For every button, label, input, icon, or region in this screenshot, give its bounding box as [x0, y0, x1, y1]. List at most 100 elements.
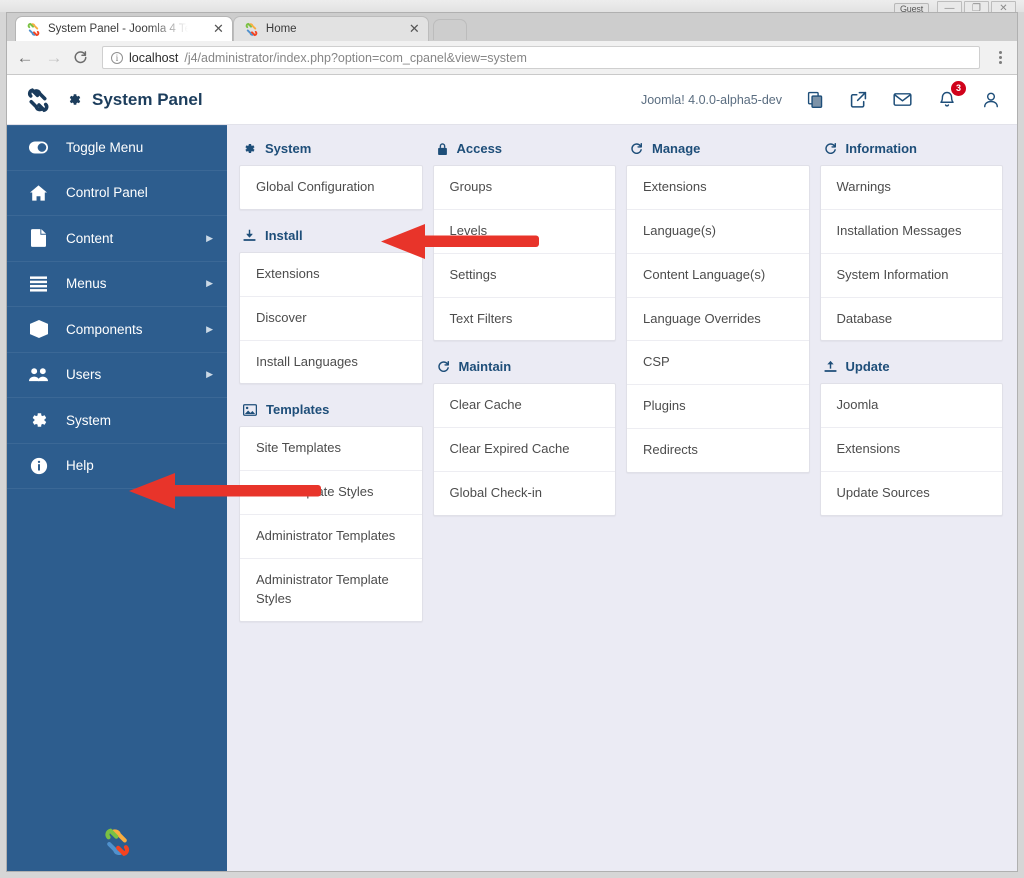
cpanel-column-1: System Global Configuration Install Exte…: [239, 137, 423, 636]
back-icon[interactable]: ←: [15, 48, 35, 68]
sidebar-item-label: Toggle Menu: [66, 140, 144, 156]
sidebar-item-help[interactable]: Help: [7, 444, 227, 489]
chevron-right-icon: ▶: [206, 278, 213, 289]
module-card: Joomla Extensions Update Sources: [819, 383, 1003, 516]
module-manage: Manage Extensions Language(s) Content La…: [626, 137, 810, 473]
cpanel-link-warnings[interactable]: Warnings: [820, 166, 1002, 210]
cpanel-link-install-languages[interactable]: Install Languages: [240, 341, 422, 384]
cpanel-link-clear-expired-cache[interactable]: Clear Expired Cache: [433, 428, 615, 473]
module-title: Maintain: [458, 359, 512, 375]
window-titlebar: Guest — ❐ ✕: [0, 0, 1024, 16]
image-icon: [243, 404, 257, 416]
browser-tab-system-panel[interactable]: System Panel - Joomla 4 Te ✕: [15, 16, 233, 41]
sidebar-item-label: System: [66, 412, 112, 428]
messages-icon[interactable]: [892, 89, 913, 110]
notifications-icon[interactable]: 3: [937, 80, 966, 110]
module-heading: Templates: [239, 398, 423, 426]
sidebar-item-content[interactable]: Content ▶: [7, 216, 227, 262]
module-heading: Maintain: [433, 355, 617, 383]
multilingual-status-icon[interactable]: [806, 90, 825, 109]
address-bar[interactable]: i localhost/j4/administrator/index.php?o…: [102, 46, 980, 69]
url-path: /j4/administrator/index.php?option=com_c…: [184, 50, 527, 65]
reload-icon[interactable]: [73, 50, 93, 65]
cpanel-link-administrator-template-styles[interactable]: Administrator Template Styles: [240, 559, 422, 621]
module-title: Templates: [266, 402, 330, 418]
module-heading: Information: [820, 137, 1004, 165]
chevron-right-icon: ▶: [206, 369, 213, 380]
page-info-icon[interactable]: i: [111, 51, 123, 64]
sidebar-item-system[interactable]: System: [7, 398, 227, 444]
module-templates: Templates Site Templates Site Template S…: [239, 398, 423, 622]
module-card: Groups Levels Settings Text Filters: [432, 165, 616, 342]
browser-menu-icon[interactable]: [991, 51, 1009, 64]
app-header: System Panel Joomla! 4.0.0-alpha5-dev 3: [7, 75, 1017, 125]
sidebar-item-label: Help: [66, 458, 94, 474]
toggle-icon: [29, 141, 48, 154]
cpanel-link-groups[interactable]: Groups: [433, 166, 615, 210]
sidebar-item-users[interactable]: Users ▶: [7, 353, 227, 398]
module-information: Information Warnings Installation Messag…: [819, 137, 1004, 342]
cpanel-link-text-filters[interactable]: Text Filters: [434, 298, 616, 341]
joomla-brand-logo[interactable]: [25, 87, 51, 113]
box-icon: [29, 320, 48, 339]
cpanel-link-update-extensions[interactable]: Extensions: [820, 428, 1002, 473]
cpanel-link-content-languages[interactable]: Content Language(s): [627, 254, 809, 298]
sidebar-item-label: Menus: [66, 276, 107, 292]
users-icon: [29, 367, 48, 382]
browser-tab-home[interactable]: Home ✕: [232, 16, 429, 41]
sidebar-item-toggle-menu[interactable]: Toggle Menu: [7, 125, 227, 171]
cpanel-link-language-overrides[interactable]: Language Overrides: [627, 298, 809, 342]
module-maintain: Maintain Clear Cache Clear Expired Cache…: [432, 355, 617, 516]
sidebar-item-menus[interactable]: Menus ▶: [7, 262, 227, 307]
refresh-icon: [824, 142, 837, 155]
home-icon: [29, 185, 48, 201]
cpanel-link-install-extensions[interactable]: Extensions: [240, 253, 422, 297]
cpanel-link-discover[interactable]: Discover: [240, 297, 422, 341]
joomla-favicon: [26, 22, 41, 37]
sidebar-item-components[interactable]: Components ▶: [7, 307, 227, 353]
notification-badge: 3: [951, 80, 966, 96]
list-icon: [29, 276, 48, 292]
module-heading: Manage: [626, 137, 810, 165]
cpanel-link-manage-extensions[interactable]: Extensions: [627, 166, 809, 210]
cpanel-link-global-check-in[interactable]: Global Check-in: [434, 472, 616, 515]
upload-icon: [823, 360, 837, 373]
cpanel-link-system-information[interactable]: System Information: [820, 254, 1002, 298]
browser-tab-close-icon[interactable]: ✕: [195, 21, 224, 37]
cpanel-link-csp[interactable]: CSP: [627, 341, 809, 386]
cpanel-link-redirects[interactable]: Redirects: [627, 429, 809, 472]
cpanel-link-installation-messages[interactable]: Installation Messages: [820, 210, 1002, 254]
sidebar-item-label: Control Panel: [66, 185, 148, 201]
new-tab-button[interactable]: [432, 19, 467, 40]
module-system: System Global Configuration: [239, 137, 423, 210]
cpanel-link-update-sources[interactable]: Update Sources: [821, 472, 1003, 515]
cpanel-link-site-template-styles[interactable]: Site Template Styles: [240, 471, 422, 516]
cpanel-link-global-configuration[interactable]: Global Configuration: [240, 166, 422, 209]
app-body: Toggle Menu Control Panel Content ▶ Menu…: [7, 125, 1017, 871]
sidebar-item-label: Users: [66, 367, 102, 383]
module-heading: Update: [820, 355, 1004, 383]
cpanel-link-levels[interactable]: Levels: [433, 210, 615, 254]
module-card: Clear Cache Clear Expired Cache Global C…: [432, 383, 616, 516]
cpanel-link-settings[interactable]: Settings: [433, 254, 615, 298]
cpanel-link-clear-cache[interactable]: Clear Cache: [433, 384, 615, 429]
cpanel-link-site-templates[interactable]: Site Templates: [240, 427, 422, 472]
joomla-favicon: [244, 22, 259, 37]
browser-tab-title: Home: [265, 23, 297, 35]
cpanel-link-plugins[interactable]: Plugins: [627, 385, 809, 430]
browser-tab-close-icon[interactable]: ✕: [403, 21, 420, 37]
forward-icon: →: [45, 47, 63, 67]
cpanel-link-languages[interactable]: Language(s): [627, 210, 809, 254]
cpanel-link-update-joomla[interactable]: Joomla: [820, 384, 1002, 429]
view-site-icon[interactable]: [849, 90, 868, 109]
module-heading: Access: [433, 137, 617, 165]
cpanel-link-database[interactable]: Database: [821, 298, 1003, 341]
module-title: Information: [845, 141, 918, 156]
browser-window: System Panel - Joomla 4 Te ✕ Home ✕ ← → …: [6, 12, 1018, 872]
sidebar-item-control-panel[interactable]: Control Panel: [7, 171, 227, 216]
user-menu-icon[interactable]: [981, 90, 1001, 110]
joomla-admin-app: System Panel Joomla! 4.0.0-alpha5-dev 3 …: [7, 75, 1017, 871]
cpanel-link-administrator-templates[interactable]: Administrator Templates: [240, 515, 422, 559]
chevron-right-icon: ▶: [206, 232, 213, 243]
joomla-version-label: Joomla! 4.0.0-alpha5-dev: [640, 92, 782, 107]
